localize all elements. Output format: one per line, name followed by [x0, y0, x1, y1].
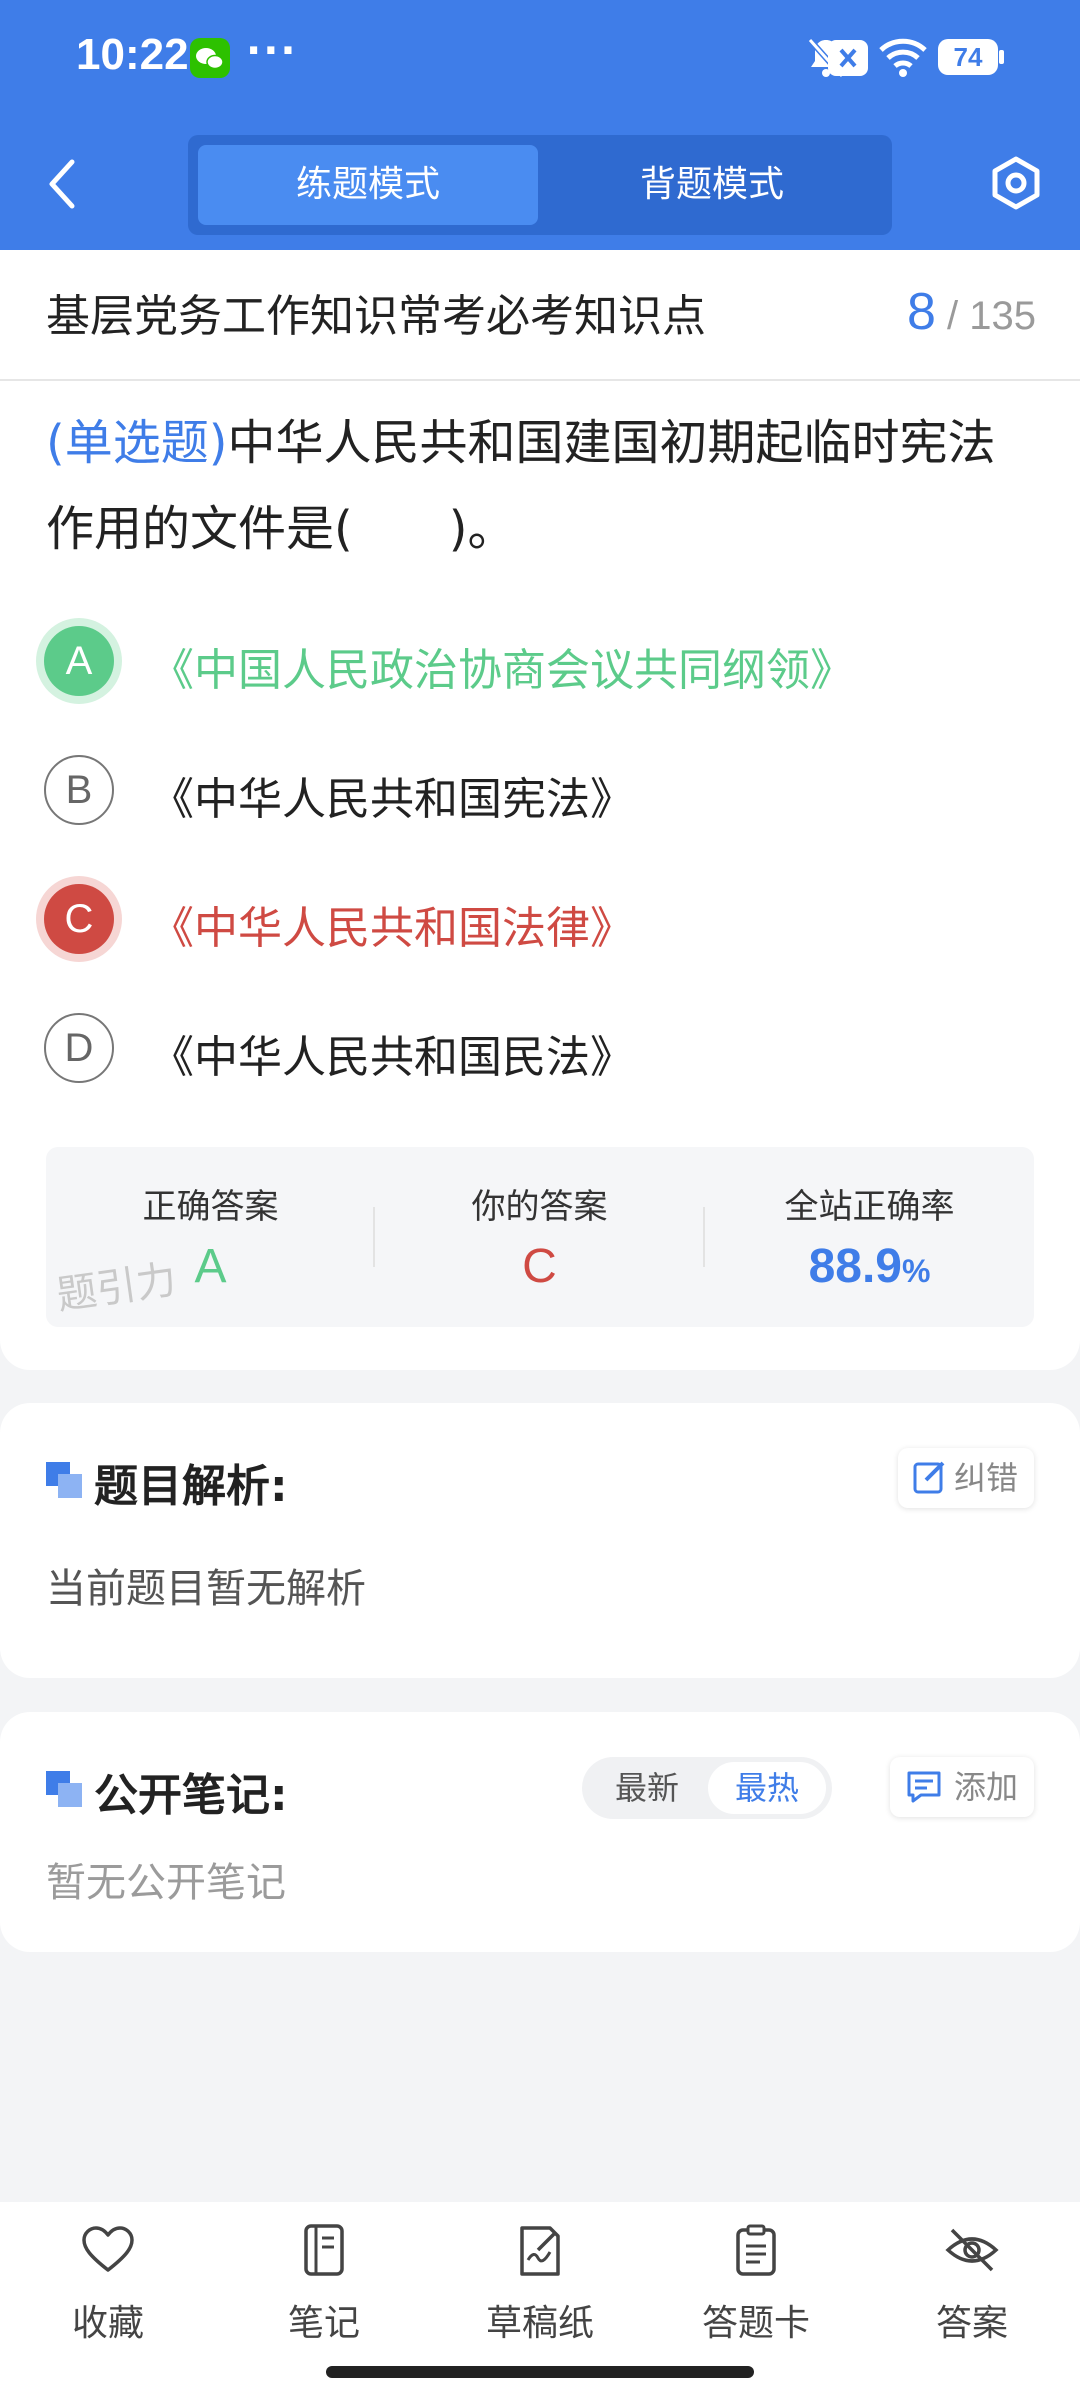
wifi-icon [878, 36, 928, 78]
back-icon[interactable] [42, 156, 86, 212]
tab-draft-paper[interactable]: 草稿纸 [432, 2222, 648, 2362]
option-letter: C [44, 884, 114, 954]
add-note-label: 添加 [954, 1768, 1019, 1806]
edit-icon [912, 1448, 946, 1527]
tab-label: 答案 [935, 2303, 1008, 2344]
total-questions: / 135 [947, 294, 1036, 338]
tab-label: 草稿纸 [485, 2303, 594, 2344]
tab-practice-mode[interactable]: 练题模式 [198, 145, 538, 225]
mode-switch: 练题模式 背题模式 [188, 135, 892, 235]
tab-label: 笔记 [287, 2303, 360, 2344]
heart-icon [82, 2226, 134, 2272]
sort-hottest[interactable]: 最热 [708, 1762, 826, 1814]
report-error-label: 纠错 [954, 1459, 1019, 1497]
tab-notes[interactable]: 笔记 [216, 2222, 432, 2362]
question-counter: 8 / 135 [907, 282, 1036, 342]
option-letter: A [44, 626, 114, 696]
answer-stats: 正确答案 A 你的答案 C 全站正确率 88.9% [46, 1147, 1034, 1327]
accuracy-number: 88.9 [808, 1240, 902, 1293]
option-c[interactable]: C 《中华人民共和国法律》 [30, 870, 1030, 970]
draft-icon [520, 2226, 560, 2276]
add-note-button[interactable]: 添加 [890, 1757, 1034, 1817]
question-text: (单选题)中华人民共和国建国初期起临时宪法作用的文件是( )。 [46, 400, 1036, 572]
option-text: 《中华人民共和国民法》 [150, 1032, 634, 1083]
your-answer-stat: 你的答案 C [375, 1147, 704, 1327]
accuracy-label: 全站正确率 [784, 1187, 955, 1227]
quiz-title: 基层党务工作知识常考必考知识点 [46, 291, 706, 342]
wechat-notification-icon [190, 38, 230, 78]
section-icon [46, 1462, 82, 1498]
notes-title: 公开笔记: [94, 1770, 288, 1821]
comment-icon [906, 1757, 942, 1836]
notes-empty-text: 暂无公开笔记 [46, 1860, 286, 1906]
eye-off-icon [945, 2228, 999, 2272]
accuracy-stat: 全站正确率 88.9% [705, 1147, 1034, 1327]
report-error-button[interactable]: 纠错 [898, 1448, 1034, 1508]
option-text: 《中华人民共和国宪法》 [150, 774, 634, 825]
tab-label: 答题卡 [701, 2303, 810, 2344]
analysis-title: 题目解析: [94, 1461, 288, 1512]
analysis-text: 当前题目暂无解析 [46, 1566, 366, 1612]
option-letter: B [44, 755, 114, 825]
divider [0, 379, 1080, 381]
tab-answer[interactable]: 答案 [864, 2222, 1080, 2362]
option-d[interactable]: D 《中华人民共和国民法》 [30, 999, 1030, 1099]
home-indicator[interactable] [326, 2366, 754, 2378]
option-text: 《中国人民政治协商会议共同纲领》 [150, 645, 854, 696]
your-answer-label: 你的答案 [471, 1187, 608, 1227]
close-app-icon [828, 40, 868, 76]
answer-sheet-icon [736, 2224, 776, 2276]
sort-latest[interactable]: 最新 [588, 1762, 706, 1814]
current-question-number: 8 [906, 283, 936, 341]
option-a[interactable]: A 《中国人民政治协商会议共同纲领》 [30, 612, 1030, 712]
notes-sort-switch: 最新 最热 [582, 1757, 832, 1819]
accuracy-unit: % [901, 1253, 931, 1289]
tab-label: 收藏 [71, 2303, 144, 2344]
battery-tip [999, 50, 1004, 64]
battery-icon: 74 [938, 39, 998, 75]
status-time: 10:22 [76, 30, 189, 79]
tab-answer-sheet[interactable]: 答题卡 [648, 2222, 864, 2362]
tab-memorize-mode[interactable]: 背题模式 [542, 145, 882, 225]
option-letter: D [44, 1013, 114, 1083]
analysis-card [0, 1403, 1080, 1678]
accuracy-value: 88.9% [705, 1239, 1034, 1294]
your-answer-value: C [522, 1240, 557, 1293]
option-text: 《中华人民共和国法律》 [150, 903, 634, 954]
correct-answer-label: 正确答案 [142, 1187, 279, 1227]
section-icon [46, 1771, 82, 1807]
more-notifications-icon: ··· [246, 28, 298, 74]
tab-favorite[interactable]: 收藏 [0, 2222, 216, 2362]
question-type: (单选题) [46, 415, 228, 471]
settings-icon[interactable] [988, 155, 1044, 211]
option-b[interactable]: B 《中华人民共和国宪法》 [30, 741, 1030, 841]
notebook-icon [304, 2224, 344, 2276]
